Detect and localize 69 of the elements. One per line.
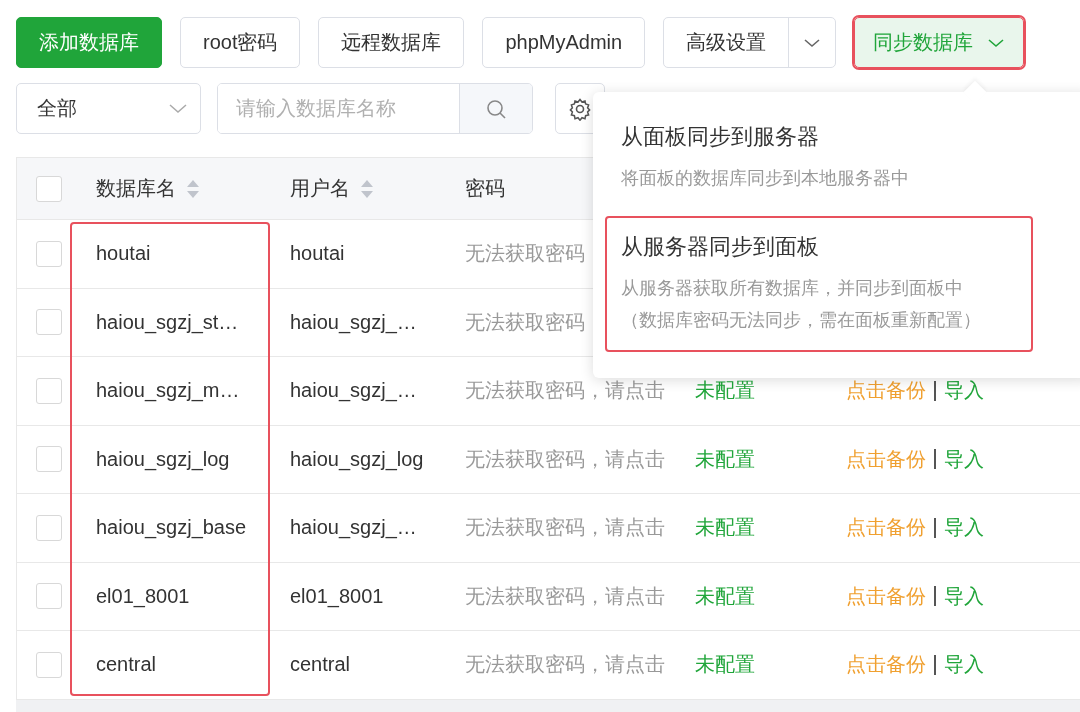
menu-item-description: 从服务器获取所有数据库，并同步到面板中 [621, 277, 964, 300]
column-header[interactable]: 密码 [465, 175, 505, 202]
username: houtai [290, 242, 345, 266]
checkbox[interactable] [36, 514, 62, 541]
username: haiou_sgzj_… [290, 310, 417, 334]
checkbox[interactable] [36, 309, 62, 336]
checkbox[interactable] [36, 583, 62, 610]
import-link[interactable]: 导入 [944, 377, 984, 405]
status-link[interactable]: 未配置 [695, 377, 755, 405]
menu-item-title: 从服务器同步到面板 [621, 233, 820, 261]
settings-icon[interactable] [568, 96, 592, 121]
toolbar-button[interactable]: 添加数据库 [16, 17, 162, 68]
username: central [290, 653, 351, 677]
database-name: haiou_sgzj_m… [96, 379, 240, 403]
backup-link[interactable]: 点击备份 [846, 651, 926, 679]
import-link[interactable]: 导入 [944, 445, 984, 473]
search-field[interactable]: 请输入数据库名称 [217, 83, 533, 134]
checkbox[interactable] [36, 377, 62, 404]
checkbox[interactable] [36, 446, 62, 473]
database-name: haiou_sgzj_st… [96, 310, 239, 334]
split-button[interactable]: 高级设置 [663, 17, 837, 68]
import-link[interactable]: 导入 [944, 651, 984, 679]
import-link[interactable]: 导入 [944, 582, 984, 610]
status-link[interactable]: 未配置 [695, 514, 755, 542]
database-name: haiou_sgzj_base [96, 516, 247, 540]
username: el01_8001 [290, 584, 384, 608]
username: haiou_sgzj_… [290, 379, 417, 403]
status-link[interactable]: 未配置 [695, 445, 755, 473]
split-button-label[interactable]: 高级设置 [664, 18, 789, 67]
search-icon[interactable] [459, 84, 532, 133]
username: haiou_sgzj_log [290, 447, 424, 471]
password-note: 无法获取密码，请点击 [465, 583, 665, 609]
toolbar-button[interactable]: 同步数据库 [854, 17, 1025, 68]
username: haiou_sgzj_… [290, 516, 417, 540]
menu-item[interactable]: 从服务器同步到面板 从服务器获取所有数据库，并同步到面板中 （数据库密码无法同步，需在面板重新配置） [605, 216, 1033, 352]
toolbar-button[interactable]: phpMyAdmin [482, 17, 646, 68]
menu-item-title: 从面板同步到服务器 [621, 123, 820, 151]
menu-item[interactable]: 从面板同步到服务器 将面板的数据库同步到本地服务器中 [605, 106, 1033, 210]
column-header[interactable]: 用户名 [290, 175, 374, 202]
chevron-icon[interactable] [168, 102, 188, 115]
column-header[interactable]: 数据库名 [96, 175, 200, 202]
checkbox[interactable] [36, 175, 62, 202]
password-note: 无法获取密码，请点击 [465, 378, 665, 404]
backup-link[interactable]: 点击备份 [846, 514, 926, 542]
database-name: el01_8001 [96, 584, 190, 608]
backup-link[interactable]: 点击备份 [846, 582, 926, 610]
database-name: central [96, 653, 157, 677]
filter-select[interactable]: 全部 [16, 83, 201, 134]
password-note: 无法获取密码 [465, 241, 585, 267]
backup-link[interactable]: 点击备份 [846, 377, 926, 405]
status-link[interactable]: 未配置 [695, 651, 755, 679]
import-link[interactable]: 导入 [944, 514, 984, 542]
toolbar-button[interactable]: 远程数据库 [318, 17, 465, 68]
password-note: 无法获取密码，请点击 [465, 515, 665, 541]
caret-icon[interactable] [987, 37, 1006, 48]
menu-item-description: （数据库密码无法同步，需在面板重新配置） [621, 309, 982, 332]
sort-icon[interactable] [186, 178, 200, 199]
password-note: 无法获取密码 [465, 309, 585, 335]
status-link[interactable]: 未配置 [695, 582, 755, 610]
database-name: haiou_sgzj_log [96, 447, 230, 471]
password-note: 无法获取密码，请点击 [465, 652, 665, 678]
password-note: 无法获取密码，请点击 [465, 446, 665, 472]
checkbox[interactable] [36, 240, 62, 267]
sort-icon[interactable] [360, 178, 374, 199]
menu-item-description: 将面板的数据库同步到本地服务器中 [621, 167, 910, 190]
backup-link[interactable]: 点击备份 [846, 445, 926, 473]
database-name: houtai [96, 242, 151, 266]
toolbar-button[interactable]: root密码 [180, 17, 301, 68]
checkbox[interactable] [36, 651, 62, 678]
